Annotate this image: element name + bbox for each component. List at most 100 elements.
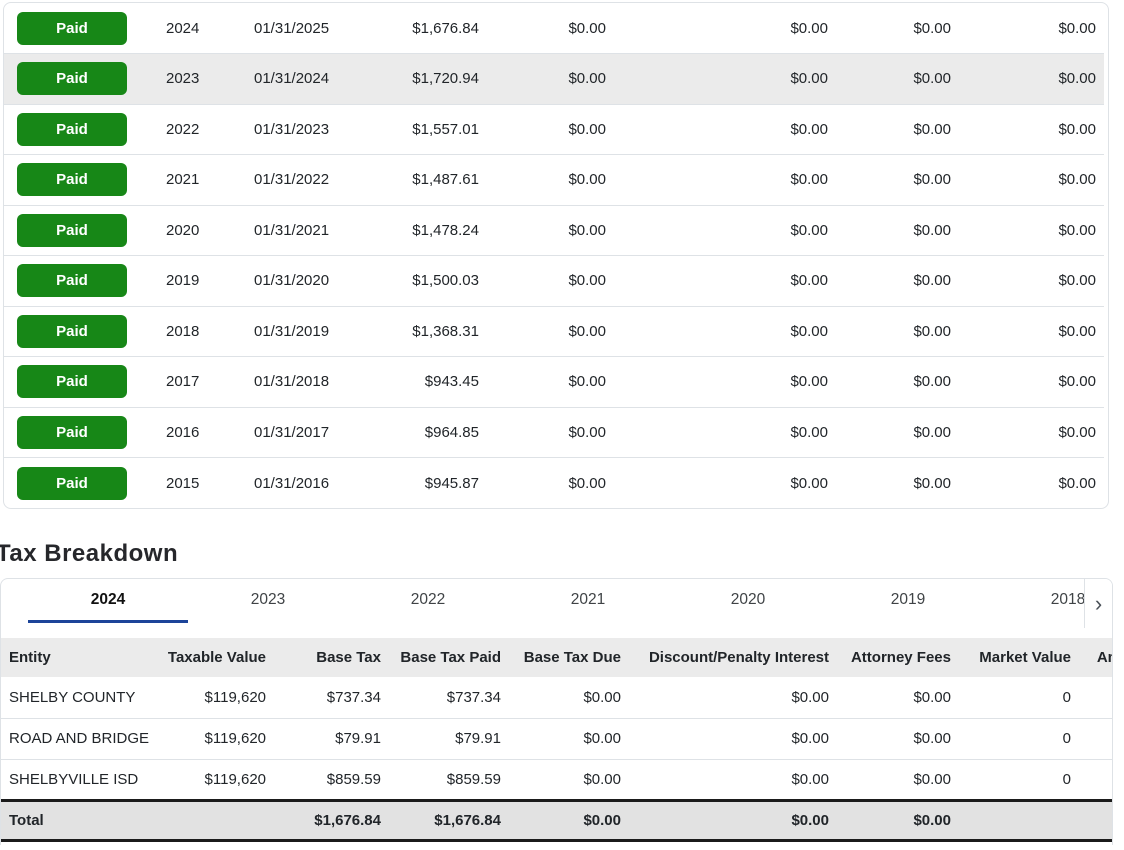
amount-cell: $1,720.94 xyxy=(412,70,479,88)
tab-year-2023[interactable]: 2023 xyxy=(188,579,348,623)
market-value-cell: 0 xyxy=(961,759,1081,801)
taxable-value-cell: $119,620 xyxy=(151,718,276,760)
entity-row: SHELBY COUNTY $119,620 $737.34 $737.34 $0.00… xyxy=(1,677,1112,719)
paid-status-button[interactable]: Paid xyxy=(17,264,127,298)
year-cell: 2022 xyxy=(166,120,200,138)
amount-cell: $1,368.31 xyxy=(412,322,479,340)
base-tax-cell: $737.34 xyxy=(276,677,391,719)
status-cell: Paid xyxy=(4,155,154,206)
due-date-cell: 01/31/2024 xyxy=(254,70,330,88)
status-cell: Paid xyxy=(4,407,154,458)
column-header: Taxable Value xyxy=(151,638,276,677)
payment-history-row: Paid 2020 01/31/2021 $1,478.24 $0.00 $0.00 $0.… xyxy=(4,205,1104,256)
penalty-interest-cell: $0.00 xyxy=(790,171,828,189)
attorney-fees-cell: $0.00 xyxy=(913,322,951,340)
attorney-fees-cell: $0.00 xyxy=(913,423,951,441)
year-cell: 2019 xyxy=(166,272,200,290)
tax-breakdown-card: 2024 2023 2022 2021 2020 2019 2018 › Entity Tax… xyxy=(0,578,1113,845)
tab-year-2019[interactable]: 2019 xyxy=(828,579,988,623)
attorney-fees-cell: $0.00 xyxy=(913,171,951,189)
column-header: Entity xyxy=(1,638,151,677)
paid-status-button[interactable]: Paid xyxy=(17,11,127,45)
due-date-cell: 01/31/2025 xyxy=(254,19,330,37)
paid-status-button[interactable]: Paid xyxy=(17,163,127,197)
tab-year-2021[interactable]: 2021 xyxy=(508,579,668,623)
amount-due-cell xyxy=(1081,798,1112,842)
paid-status-button[interactable]: Paid xyxy=(17,415,127,449)
due-date-cell: 01/31/2021 xyxy=(254,221,330,239)
column-header: Discount/Penalty Interest xyxy=(631,638,839,677)
paid-status-button[interactable]: Paid xyxy=(17,466,127,500)
payment-history-body: Paid 2024 01/31/2025 $1,676.84 $0.00 $0.00 $0.… xyxy=(4,3,1104,508)
amount-due-cell xyxy=(1081,718,1112,760)
column-header: Market Value xyxy=(961,638,1081,677)
attorney-fees-cell: $0.00 xyxy=(913,373,951,391)
tax-breakdown-table: Entity Taxable Value Base Tax Base Tax Paid… xyxy=(1,638,1112,842)
year-tabs-strip: 2024 2023 2022 2021 2020 2019 2018 xyxy=(1,579,1112,638)
base-tax-cell: $79.91 xyxy=(276,718,391,760)
entity-cell: SHELBYVILLE ISD xyxy=(1,759,151,801)
penalty-interest-cell: $0.00 xyxy=(790,423,828,441)
discount-penalty-interest-cell: $0.00 xyxy=(631,677,839,719)
base-tax-due-cell: $0.00 xyxy=(511,798,631,842)
tab-year-2024[interactable]: 2024 xyxy=(28,579,188,623)
column-header: Base Tax xyxy=(276,638,391,677)
attorney-fees-cell: $0.00 xyxy=(913,70,951,88)
status-cell: Paid xyxy=(4,205,154,256)
base-tax-paid-cell: $79.91 xyxy=(391,718,511,760)
payment-history-row: Paid 2018 01/31/2019 $1,368.31 $0.00 $0.00 $0.… xyxy=(4,306,1104,357)
base-due-cell: $0.00 xyxy=(568,221,606,239)
penalty-interest-cell: $0.00 xyxy=(790,120,828,138)
amount-due-cell xyxy=(1081,759,1112,801)
entity-cell: ROAD AND BRIDGE xyxy=(1,718,151,760)
penalty-interest-cell: $0.00 xyxy=(790,221,828,239)
penalty-interest-cell: $0.00 xyxy=(790,272,828,290)
payment-history-table: Paid 2024 01/31/2025 $1,676.84 $0.00 $0.00 $0.… xyxy=(4,3,1104,508)
payment-history-row: Paid 2024 01/31/2025 $1,676.84 $0.00 $0.00 $0.… xyxy=(4,3,1104,54)
due-date-cell: 01/31/2017 xyxy=(254,423,330,441)
penalty-interest-cell: $0.00 xyxy=(790,70,828,88)
amount-cell: $1,557.01 xyxy=(412,120,479,138)
paid-status-button[interactable]: Paid xyxy=(17,112,127,146)
paid-status-button[interactable]: Paid xyxy=(17,314,127,348)
paid-status-button[interactable]: Paid xyxy=(17,365,127,399)
year-cell: 2015 xyxy=(166,474,200,492)
due-date-cell: 01/31/2018 xyxy=(254,373,330,391)
due-date-cell: 01/31/2019 xyxy=(254,322,330,340)
attorney-fees-cell: $0.00 xyxy=(913,272,951,290)
penalty-interest-cell: $0.00 xyxy=(790,19,828,37)
attorney-fees-cell: $0.00 xyxy=(839,677,961,719)
amount-due-cell: $0.00 xyxy=(1058,423,1096,441)
column-header: Amount Due xyxy=(1081,638,1112,677)
paid-status-button[interactable]: Paid xyxy=(17,213,127,247)
amount-cell: $1,500.03 xyxy=(412,272,479,290)
base-tax-paid-cell: $859.59 xyxy=(391,759,511,801)
entity-cell: SHELBY COUNTY xyxy=(1,677,151,719)
year-cell: 2024 xyxy=(166,19,200,37)
status-cell: Paid xyxy=(4,306,154,357)
year-cell: 2023 xyxy=(166,70,200,88)
tabs-scroll-right-button[interactable]: › xyxy=(1084,579,1112,628)
penalty-interest-cell: $0.00 xyxy=(790,373,828,391)
payment-history-card: Paid 2024 01/31/2025 $1,676.84 $0.00 $0.00 $0.… xyxy=(3,2,1109,509)
amount-cell: $1,478.24 xyxy=(412,221,479,239)
tab-year-2020[interactable]: 2020 xyxy=(668,579,828,623)
market-value-cell xyxy=(961,798,1081,842)
base-due-cell: $0.00 xyxy=(568,272,606,290)
column-header: Attorney Fees xyxy=(839,638,961,677)
status-cell: Paid xyxy=(4,458,154,509)
tax-breakdown-body: SHELBY COUNTY $119,620 $737.34 $737.34 $0.00… xyxy=(1,677,1112,842)
attorney-fees-cell: $0.00 xyxy=(913,120,951,138)
paid-status-button[interactable]: Paid xyxy=(17,62,127,96)
amount-due-cell xyxy=(1081,677,1112,719)
amount-cell: $964.85 xyxy=(424,423,479,441)
discount-penalty-interest-cell: $0.00 xyxy=(631,798,839,842)
base-due-cell: $0.00 xyxy=(568,423,606,441)
payment-history-row: Paid 2021 01/31/2022 $1,487.61 $0.00 $0.00 $0.… xyxy=(4,155,1104,206)
taxable-value-cell: $119,620 xyxy=(151,759,276,801)
market-value-cell: 0 xyxy=(961,718,1081,760)
chevron-right-icon: › xyxy=(1094,590,1103,616)
entity-row: ROAD AND BRIDGE $119,620 $79.91 $79.91 $0.00… xyxy=(1,718,1112,760)
tab-year-2022[interactable]: 2022 xyxy=(348,579,508,623)
amount-due-cell: $0.00 xyxy=(1058,221,1096,239)
